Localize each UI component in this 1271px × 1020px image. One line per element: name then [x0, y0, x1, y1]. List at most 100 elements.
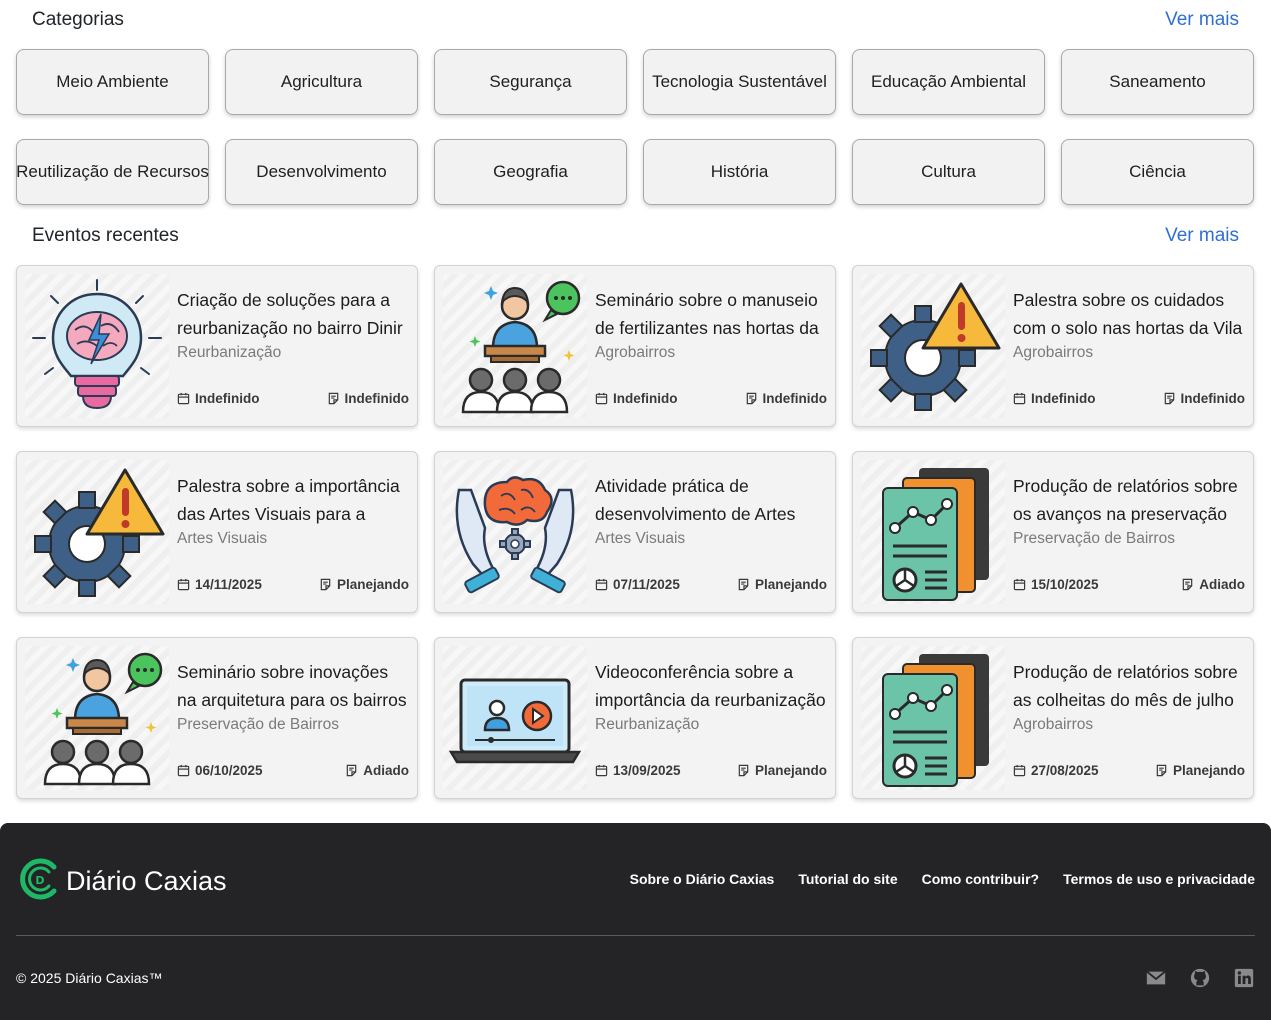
event-title: Produção de relatórios sobre as colheita… [1013, 662, 1238, 710]
event-category: Preservação de Bairros [177, 716, 339, 733]
event-title: Seminário sobre inovações na arquitetura… [177, 662, 407, 710]
event-card[interactable]: Atividade prática de desenvolvimento de … [434, 451, 836, 613]
footer-social [1145, 967, 1255, 989]
footer-divider [16, 935, 1255, 936]
report-chart-icon [861, 460, 1005, 604]
note-icon [745, 392, 758, 405]
event-card[interactable]: Palestra sobre os cuidados com o solo na… [852, 265, 1254, 427]
event-card[interactable]: Palestra sobre a importância das Artes V… [16, 451, 418, 613]
event-date-text: Indefinido [613, 391, 678, 406]
calendar-icon [177, 392, 190, 405]
event-card[interactable]: Seminário sobre inovações na arquitetura… [16, 637, 418, 799]
hands-brain-icon [443, 460, 587, 604]
event-category: Agrobairros [1013, 716, 1094, 733]
category-button-saneamento[interactable]: Saneamento [1061, 49, 1254, 115]
event-date: Indefinido [595, 391, 678, 406]
category-button-tecnologia-sustentavel[interactable]: Tecnologia Sustentável [643, 49, 836, 115]
event-info: Palestra sobre os cuidados com o solo na… [1013, 286, 1245, 363]
event-date: Indefinido [177, 391, 260, 406]
event-status: Planejando [319, 577, 409, 592]
event-category: Reurbanização [177, 344, 282, 361]
footer-link-contribuir[interactable]: Como contribuir? [922, 871, 1039, 887]
event-meta: 14/11/2025 Planejando [177, 577, 409, 592]
calendar-icon [1013, 392, 1026, 405]
event-status: Indefinido [1163, 391, 1246, 406]
event-status: Indefinido [327, 391, 409, 406]
event-status: Planejando [737, 577, 827, 592]
event-card[interactable]: Seminário sobre o manuseio de fertilizan… [434, 265, 836, 427]
event-date-text: 14/11/2025 [195, 577, 262, 592]
note-icon [1155, 764, 1168, 777]
seminar-speaker-icon [25, 646, 169, 790]
event-status-text: Indefinido [762, 391, 828, 406]
event-title: Produção de relatórios sobre os avanços … [1013, 476, 1238, 524]
seminar-speaker-icon [443, 274, 587, 418]
lightbulb-brain-icon [25, 274, 169, 418]
footer-link-sobre[interactable]: Sobre o Diário Caxias [630, 871, 775, 887]
event-meta: 27/08/2025 Planejando [1013, 763, 1245, 778]
categories-more-link[interactable]: Ver mais [1165, 9, 1239, 31]
event-meta: 15/10/2025 Adiado [1013, 577, 1245, 592]
event-status-text: Planejando [1172, 763, 1245, 778]
event-date: Indefinido [1013, 391, 1096, 406]
linkedin-icon[interactable] [1233, 967, 1255, 989]
diario-caxias-logo-icon: D [18, 857, 62, 906]
event-category: Artes Visuais [595, 530, 686, 547]
event-category: Reurbanização [595, 716, 700, 733]
footer-brand[interactable]: D Diário Caxias [18, 857, 227, 906]
note-icon [327, 392, 340, 405]
site-footer: D Diário Caxias Sobre o Diário Caxias Tu… [0, 823, 1271, 1020]
event-card[interactable]: Criação de soluções para a reurbanização… [16, 265, 418, 427]
category-button-ciencia[interactable]: Ciência [1061, 139, 1254, 205]
category-button-geografia[interactable]: Geografia [434, 139, 627, 205]
event-meta: Indefinido Indefinido [595, 391, 827, 406]
event-card[interactable]: Produção de relatórios sobre os avanços … [852, 451, 1254, 613]
event-card[interactable]: Videoconferência sobre a importância da … [434, 637, 836, 799]
event-title: Palestra sobre os cuidados com o solo na… [1013, 290, 1243, 338]
category-button-cultura[interactable]: Cultura [852, 139, 1045, 205]
category-button-meio-ambiente[interactable]: Meio Ambiente [16, 49, 209, 115]
category-button-educacao-ambiental[interactable]: Educação Ambiental [852, 49, 1045, 115]
category-button-reutilizacao-de-recursos[interactable]: Reutilização de Recursos [16, 139, 209, 205]
event-date-text: 13/09/2025 [613, 763, 681, 778]
calendar-icon [595, 578, 608, 591]
footer-nav: Sobre o Diário Caxias Tutorial do site C… [630, 871, 1255, 887]
event-status-text: Adiado [363, 763, 409, 778]
categories-header: Categorias Ver mais [32, 5, 1239, 35]
category-button-historia[interactable]: História [643, 139, 836, 205]
event-info: Videoconferência sobre a importância da … [595, 658, 827, 735]
event-meta: 13/09/2025 Planejando [595, 763, 827, 778]
svg-text:D: D [35, 874, 44, 887]
calendar-icon [1013, 578, 1026, 591]
event-category: Preservação de Bairros [1013, 530, 1175, 547]
events-title: Eventos recentes [32, 225, 179, 246]
event-status-text: Adiado [1199, 577, 1245, 592]
event-status: Planejando [1155, 763, 1245, 778]
calendar-icon [595, 392, 608, 405]
github-icon[interactable] [1189, 967, 1211, 989]
event-category: Artes Visuais [177, 530, 268, 547]
category-button-seguranca[interactable]: Segurança [434, 49, 627, 115]
event-date-text: Indefinido [1031, 391, 1096, 406]
category-button-agricultura[interactable]: Agricultura [225, 49, 418, 115]
footer-link-tutorial[interactable]: Tutorial do site [798, 871, 897, 887]
category-button-desenvolvimento[interactable]: Desenvolvimento [225, 139, 418, 205]
event-title: Atividade prática de desenvolvimento de … [595, 476, 796, 524]
note-icon [319, 578, 332, 591]
footer-link-termos[interactable]: Termos de uso e privacidade [1063, 871, 1255, 887]
note-icon [737, 764, 750, 777]
event-info: Produção de relatórios sobre os avanços … [1013, 472, 1245, 549]
event-category: Agrobairros [1013, 344, 1094, 361]
event-status-text: Planejando [754, 577, 827, 592]
event-category: Agrobairros [595, 344, 676, 361]
event-card[interactable]: Produção de relatórios sobre as colheita… [852, 637, 1254, 799]
email-icon[interactable] [1145, 967, 1167, 989]
event-status-text: Indefinido [1180, 391, 1246, 406]
event-status-text: Planejando [754, 763, 827, 778]
event-info: Seminário sobre o manuseio de fertilizan… [595, 286, 827, 363]
gear-warning-icon [861, 274, 1005, 418]
events-grid: Criação de soluções para a reurbanização… [16, 265, 1255, 799]
events-more-link[interactable]: Ver mais [1165, 225, 1239, 247]
event-status: Adiado [1181, 577, 1245, 592]
event-meta: Indefinido Indefinido [177, 391, 409, 406]
